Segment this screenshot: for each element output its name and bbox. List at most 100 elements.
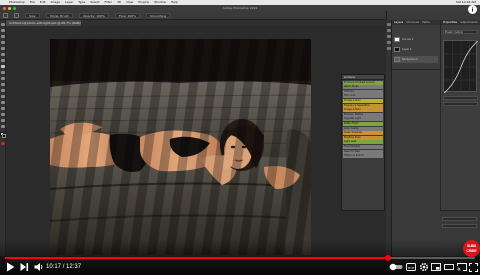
- progress-bar[interactable]: [5, 255, 475, 261]
- layer-row[interactable]: Background: [394, 56, 438, 63]
- layer-thumbnail: [394, 57, 400, 62]
- action-item[interactable]: Sharpen Details: [343, 112, 383, 117]
- cast-button[interactable]: [457, 262, 467, 272]
- blur-tool-icon[interactable]: [1, 95, 5, 98]
- action-item[interactable]: Vignette Light: [343, 117, 383, 122]
- action-item[interactable]: Enhance Contrast & Color: [343, 80, 383, 85]
- progress-scrubber-handle[interactable]: [385, 255, 391, 261]
- eraser-tool-icon[interactable]: [1, 83, 5, 86]
- subscribe-text-1: SUBS: [466, 244, 477, 248]
- channel-info-icon[interactable]: [468, 5, 477, 14]
- action-item[interactable]: Brighten Eyes: [343, 135, 383, 140]
- subscribe-button[interactable]: SUBS CRIBE: [463, 240, 480, 257]
- curves-preset-label: Preset: Custom: [445, 31, 464, 34]
- pen-tool-icon[interactable]: [1, 107, 5, 110]
- action-item[interactable]: Color Grade: [343, 126, 383, 131]
- properties-panel-tabs: Properties Adjustments: [441, 20, 480, 25]
- tab-channels[interactable]: Channels: [406, 20, 419, 25]
- lasso-tool-icon[interactable]: [1, 35, 5, 38]
- curves-graph[interactable]: [443, 40, 479, 94]
- color-panel-icon[interactable]: [387, 29, 391, 32]
- theater-mode-button[interactable]: [444, 262, 454, 272]
- next-button[interactable]: [20, 262, 29, 272]
- flow-field[interactable]: Flow: 100%: [114, 12, 141, 18]
- action-item[interactable]: Light Leak: [343, 140, 383, 145]
- quick-mask-icon[interactable]: [1, 142, 5, 145]
- healing-brush-tool-icon[interactable]: [1, 59, 5, 62]
- subtitles-icon: [406, 263, 416, 271]
- actions-panel[interactable]: Actions Enhance Contrast & Color Warm Ton…: [341, 74, 385, 211]
- lower-panel-field[interactable]: [442, 217, 477, 221]
- brush-settings-icon[interactable]: [387, 47, 391, 50]
- quick-select-tool-icon[interactable]: [1, 41, 5, 44]
- fullscreen-button[interactable]: [469, 262, 478, 272]
- action-item[interactable]: Frequency Separation: [343, 103, 383, 108]
- action-item[interactable]: Clean Shadows: [343, 131, 383, 136]
- action-item[interactable]: Soft Skin: [343, 89, 383, 94]
- tab-adjustments[interactable]: Adjustments: [460, 20, 478, 25]
- curve-line-icon: [443, 40, 479, 94]
- layers-panel: Layers Channels Paths Curves 1 Layer 1 B…: [392, 20, 440, 70]
- layer-row[interactable]: Curves 1: [394, 36, 438, 43]
- layer-row[interactable]: Layer 1: [394, 46, 438, 53]
- brush-tool-icon[interactable]: [1, 65, 5, 68]
- autoplay-toggle[interactable]: [389, 262, 403, 272]
- layers-panel-tabs: Layers Channels Paths: [392, 20, 440, 25]
- layer-thumbnail: [394, 37, 400, 42]
- time-display: 10:17 / 12:37: [46, 263, 81, 271]
- miniplayer-button[interactable]: [431, 262, 441, 272]
- photo-canvas[interactable]: [50, 39, 311, 255]
- clone-stamp-tool-icon[interactable]: [1, 71, 5, 74]
- swatches-panel-icon[interactable]: [387, 35, 391, 38]
- tab-paths[interactable]: Paths: [422, 20, 430, 25]
- tab-properties[interactable]: Properties: [443, 20, 457, 25]
- dodge-tool-icon[interactable]: [1, 101, 5, 104]
- action-item[interactable]: Dodge & Burn: [343, 98, 383, 103]
- theater-mode-icon: [444, 264, 454, 270]
- progress-bar-played: [5, 257, 388, 259]
- brush-tool-icon[interactable]: [14, 12, 19, 18]
- volume-button[interactable]: [34, 262, 44, 272]
- action-item[interactable]: Warm Tones: [343, 85, 383, 90]
- time-separator: /: [62, 264, 65, 270]
- settings-button[interactable]: [419, 262, 429, 272]
- output-levels-field[interactable]: [443, 102, 478, 106]
- move-tool-icon[interactable]: [1, 23, 5, 26]
- path-select-tool-icon[interactable]: [1, 119, 5, 122]
- mode-select[interactable]: Mode: Brush: [46, 12, 73, 18]
- layer-thumbnail: [394, 47, 400, 52]
- home-icon[interactable]: [3, 12, 8, 18]
- hand-tool-icon[interactable]: [1, 125, 5, 128]
- current-time: 10:17: [46, 264, 62, 270]
- opacity-field[interactable]: Opacity: 100%: [78, 12, 109, 18]
- portrait-photo: [50, 39, 311, 255]
- action-item[interactable]: Dodge & Burn: [343, 108, 383, 113]
- type-tool-icon[interactable]: [1, 113, 5, 116]
- action-item[interactable]: Final Sharpen: [343, 144, 383, 149]
- tab-layers[interactable]: Layers: [394, 20, 403, 25]
- eyedropper-tool-icon[interactable]: [1, 53, 5, 56]
- play-button[interactable]: [6, 262, 15, 272]
- history-brush-tool-icon[interactable]: [1, 77, 5, 80]
- action-item[interactable]: Save for Web: [343, 149, 383, 154]
- subscribe-text-2: CRIBE: [466, 248, 477, 253]
- subtitles-button[interactable]: [406, 262, 416, 272]
- history-panel-icon[interactable]: [387, 23, 391, 26]
- cast-icon: [457, 263, 467, 271]
- fullscreen-icon: [469, 262, 478, 272]
- curves-preset-select[interactable]: Preset: Custom: [443, 30, 478, 34]
- gear-icon: [419, 262, 429, 272]
- volume-icon: [34, 263, 43, 271]
- screen: Photoshop File Edit Image Layer Type Sel…: [0, 0, 480, 275]
- action-item[interactable]: Matte Finish: [343, 121, 383, 126]
- marquee-tool-icon[interactable]: [1, 29, 5, 32]
- action-item[interactable]: Film Look: [343, 94, 383, 99]
- input-levels-field[interactable]: [443, 96, 478, 100]
- actions-panel-icon[interactable]: [387, 41, 391, 44]
- crop-tool-icon[interactable]: [1, 47, 5, 50]
- action-item[interactable]: Flatten & Export: [343, 154, 383, 159]
- gradient-tool-icon[interactable]: [1, 89, 5, 92]
- lower-panel-field[interactable]: [442, 224, 477, 228]
- smoothing-field[interactable]: Smoothing: [146, 12, 171, 18]
- brush-size-field[interactable]: Size:: [25, 12, 41, 18]
